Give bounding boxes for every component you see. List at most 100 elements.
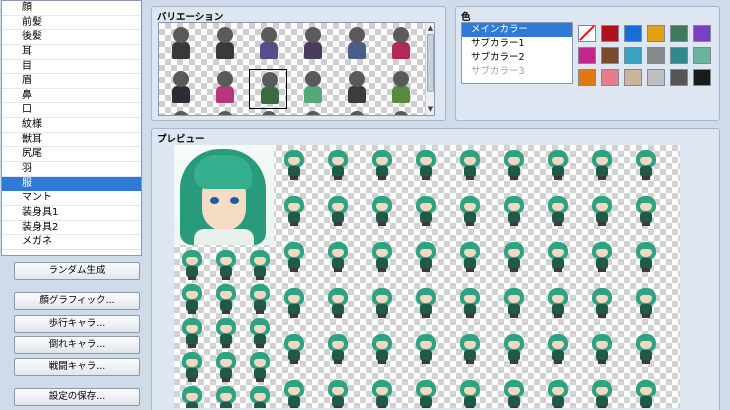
color-swatch[interactable] (693, 69, 711, 86)
variation-scrollbar[interactable]: ▲ ▼ (425, 23, 434, 115)
sprite-legs (554, 176, 562, 180)
parts-list-item[interactable]: 顔 (2, 1, 141, 16)
parts-list-item[interactable]: 装身具2 (2, 221, 141, 236)
color-target-item[interactable]: メインカラー (462, 23, 572, 37)
sprite-face (552, 295, 564, 303)
color-target-item[interactable]: サブカラー1 (462, 37, 572, 51)
face-graphic-button[interactable]: 顔グラフィック... (14, 292, 140, 310)
parts-list-item[interactable]: 目 (2, 60, 141, 75)
color-swatch[interactable] (693, 47, 711, 64)
walk-character-button[interactable]: 歩行キャラ... (14, 315, 140, 333)
sprite-legs (256, 378, 264, 382)
sprite-legs (188, 378, 196, 382)
sprite-face (420, 203, 432, 211)
sprite-legs (642, 176, 650, 180)
outfit-swatch (172, 42, 190, 59)
variation-cell[interactable] (337, 69, 375, 109)
face-portrait (174, 145, 274, 245)
save-settings-button[interactable]: 設定の保存... (14, 388, 140, 406)
portrait-collar (194, 229, 254, 245)
character-sprite (588, 287, 616, 319)
random-generate-button[interactable]: ランダム生成 (14, 262, 140, 280)
color-swatch[interactable] (670, 25, 688, 42)
variation-cell[interactable] (381, 69, 419, 109)
silhouette-head (173, 111, 189, 115)
sprite-legs (510, 314, 518, 318)
parts-list-item[interactable]: 眉 (2, 74, 141, 89)
parts-list-item[interactable]: マント (2, 191, 141, 206)
battle-character-button[interactable]: 戦闘キャラ... (14, 358, 140, 376)
parts-list-item[interactable]: 装身具1 (2, 206, 141, 221)
color-swatch[interactable] (601, 69, 619, 86)
parts-list-item[interactable]: 獣耳 (2, 133, 141, 148)
parts-list-item[interactable]: 耳 (2, 45, 141, 60)
color-target-item[interactable]: サブカラー3 (462, 65, 572, 79)
color-swatch[interactable] (578, 47, 596, 64)
variation-cell[interactable] (205, 69, 243, 109)
parts-list-item[interactable]: 口 (2, 103, 141, 119)
sprite-legs (334, 360, 342, 364)
sprite-legs (422, 360, 430, 364)
color-swatch[interactable] (670, 47, 688, 64)
no-color-swatch[interactable] (578, 25, 596, 42)
scroll-thumb[interactable] (427, 34, 434, 92)
color-swatch[interactable] (693, 25, 711, 42)
color-swatch[interactable] (624, 47, 642, 64)
sprite-face (420, 387, 432, 395)
color-swatch[interactable] (647, 69, 665, 86)
parts-list-item[interactable]: メガネ (2, 235, 141, 250)
sprite-legs (422, 406, 430, 408)
character-sprite (368, 241, 396, 273)
character-sprite (456, 195, 484, 227)
scroll-down-icon[interactable]: ▼ (426, 104, 434, 114)
parts-list-item[interactable]: 後髪 (2, 30, 141, 45)
color-swatch[interactable] (647, 47, 665, 64)
character-sprite (632, 195, 660, 227)
outfit-swatch (392, 42, 410, 59)
character-sprite (324, 241, 352, 273)
variation-cell[interactable] (205, 25, 243, 65)
parts-list-item[interactable]: 羽 (2, 162, 141, 177)
variation-cell[interactable] (293, 25, 331, 65)
sprite-legs (422, 268, 430, 272)
down-character-button[interactable]: 倒れキャラ... (14, 336, 140, 354)
variation-cell[interactable] (249, 69, 287, 109)
color-target-list[interactable]: メインカラー サブカラー1 サブカラー2 サブカラー3 (461, 22, 573, 84)
character-sprite (324, 195, 352, 227)
parts-list-item[interactable]: 鼻 (2, 89, 141, 104)
outfit-swatch (216, 86, 234, 103)
variation-cell[interactable] (161, 69, 199, 109)
color-swatch[interactable] (601, 25, 619, 42)
color-swatch[interactable] (647, 25, 665, 42)
sprite-legs (378, 406, 386, 408)
parts-list-item[interactable]: 紋様 (2, 118, 141, 133)
color-swatch[interactable] (601, 47, 619, 64)
silhouette-head (262, 72, 278, 88)
parts-list-item[interactable]: 服 (2, 176, 141, 192)
variation-cell[interactable] (293, 69, 331, 109)
color-swatch[interactable] (578, 69, 596, 86)
variation-cell[interactable] (337, 25, 375, 65)
character-sprite (368, 149, 396, 181)
color-swatch[interactable] (670, 69, 688, 86)
color-swatch[interactable] (624, 25, 642, 42)
color-target-item[interactable]: サブカラー2 (462, 51, 572, 65)
variation-cell[interactable] (161, 25, 199, 65)
variation-cell[interactable] (381, 25, 419, 65)
sprite-legs (222, 344, 230, 348)
sprite-legs (334, 406, 342, 408)
character-sprite (324, 287, 352, 319)
sprite-face (220, 291, 232, 299)
sprite-face (464, 387, 476, 395)
color-swatch[interactable] (624, 69, 642, 86)
parts-list[interactable]: 顔前髪 後髪耳目眉鼻口紋様 獣耳 尻尾羽服マント 装身具1 装身具2 メガネ (1, 0, 142, 256)
variation-list[interactable]: ▲ ▼ (158, 22, 435, 116)
sprite-face (596, 387, 608, 395)
sprite-legs (222, 276, 230, 280)
scroll-up-icon[interactable]: ▲ (426, 23, 434, 33)
parts-list-item[interactable]: 尻尾 (2, 147, 141, 163)
parts-list-item[interactable]: 前髪 (2, 16, 141, 31)
variation-grid[interactable] (159, 23, 425, 115)
sprite-legs (188, 310, 196, 314)
variation-cell[interactable] (249, 25, 287, 65)
